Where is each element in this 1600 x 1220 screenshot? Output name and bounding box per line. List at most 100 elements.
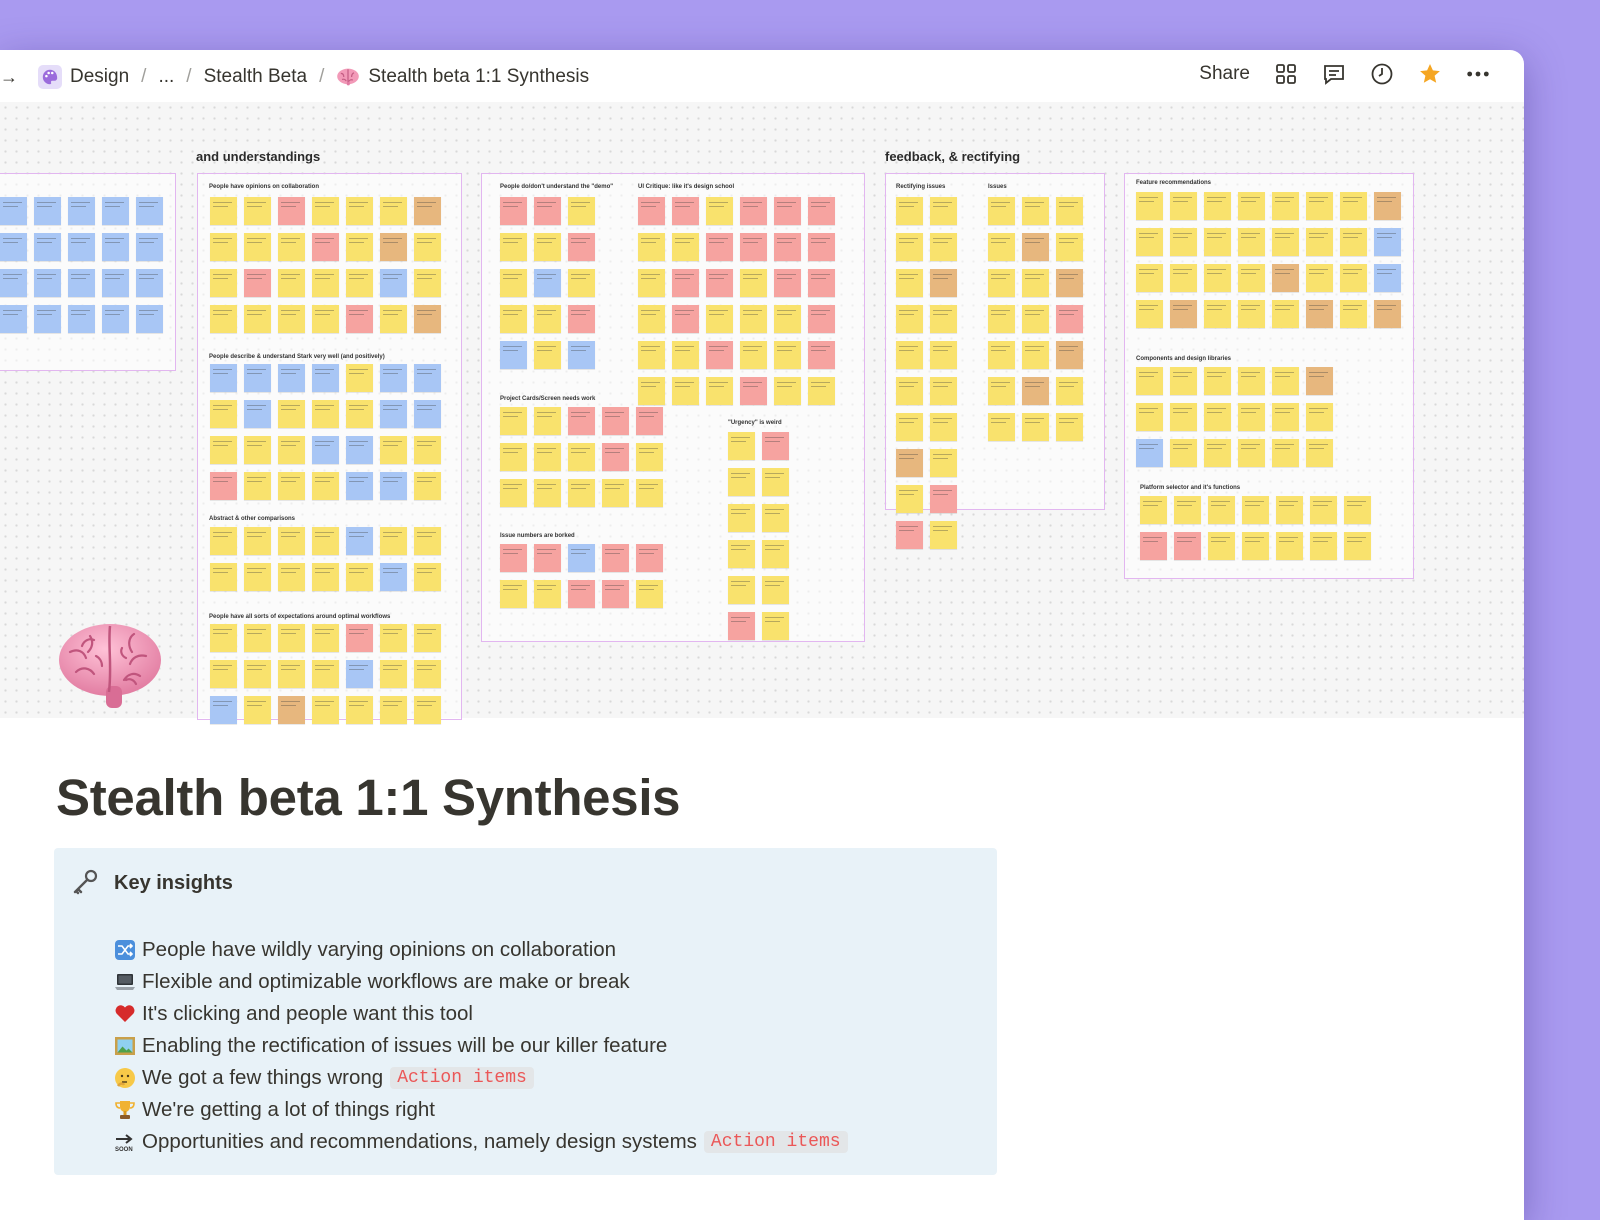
- sticky-note: [672, 305, 699, 333]
- sticky-note: [636, 580, 663, 608]
- sticky-note: [210, 364, 237, 392]
- group-label: People have opinions on collaboration: [209, 184, 320, 190]
- forward-arrow-icon[interactable]: →: [0, 67, 18, 88]
- sticky-note: [930, 485, 957, 513]
- sticky-note: [988, 341, 1015, 369]
- group-label: "Urgency" is weird: [728, 420, 782, 426]
- sticky-note: [414, 233, 441, 261]
- insight-text: Opportunities and recommendations, namel…: [142, 1130, 697, 1153]
- sticky-note: [896, 521, 923, 549]
- callout-title: Key insights: [114, 871, 233, 894]
- sticky-note: [1242, 532, 1269, 560]
- layout-grid-icon[interactable]: [1274, 62, 1298, 86]
- sticky-note: [1170, 300, 1197, 328]
- sticky-note: [988, 197, 1015, 225]
- sticky-note: [930, 413, 957, 441]
- share-button[interactable]: Share: [1199, 63, 1250, 85]
- sticky-note: [312, 436, 339, 464]
- sticky-note: [1306, 403, 1333, 431]
- sticky-note: [706, 269, 733, 297]
- sticky-note: [1056, 233, 1083, 261]
- sticky-note: [380, 472, 407, 500]
- sticky-note: [414, 197, 441, 225]
- sticky-note: [568, 407, 595, 435]
- sticky-note: [1056, 269, 1083, 297]
- breadcrumb-item-current-page[interactable]: Stealth beta 1:1 Synthesis: [330, 63, 595, 91]
- sticky-note: [740, 269, 767, 297]
- sticky-note: [380, 624, 407, 652]
- sticky-note: [102, 197, 129, 225]
- sticky-note: [1140, 532, 1167, 560]
- sticky-note: [1022, 377, 1049, 405]
- sticky-note: [102, 233, 129, 261]
- sticky-note: [568, 233, 595, 261]
- sticky-note: [1136, 228, 1163, 256]
- sticky-note: [210, 197, 237, 225]
- sticky-note: [1340, 264, 1367, 292]
- sticky-note: [500, 443, 527, 471]
- breadcrumb-item-ellipsis[interactable]: ...: [152, 63, 180, 91]
- sticky-note: [68, 305, 95, 333]
- sticky-note: [728, 576, 755, 604]
- sticky-note: [244, 233, 271, 261]
- sticky-note: [602, 407, 629, 435]
- list-item: It's clicking and people want this tool: [114, 998, 848, 1030]
- sticky-note: [602, 580, 629, 608]
- sticky-note: [740, 341, 767, 369]
- sticky-note: [534, 544, 561, 572]
- sticky-note: [414, 269, 441, 297]
- group-label: Components and design libraries: [1136, 356, 1232, 362]
- sticky-note: [102, 269, 129, 297]
- history-clock-icon[interactable]: [1370, 62, 1394, 86]
- laptop-icon: [114, 971, 136, 993]
- breadcrumb-label: ...: [158, 66, 175, 87]
- sticky-note: [1374, 264, 1401, 292]
- list-item: We're getting a lot of things right: [114, 1094, 848, 1126]
- sticky-note: [1136, 300, 1163, 328]
- sticky-note: [34, 233, 61, 261]
- comment-icon[interactable]: [1322, 62, 1346, 86]
- sticky-note: [380, 269, 407, 297]
- action-items-tag[interactable]: Action items: [390, 1067, 534, 1089]
- sticky-note: [1056, 377, 1083, 405]
- sticky-note: [346, 696, 373, 724]
- sticky-note: [500, 197, 527, 225]
- sticky-note: [278, 364, 305, 392]
- group-label: Abstract & other comparisons: [209, 516, 296, 522]
- sticky-note: [312, 233, 339, 261]
- sticky-note: [312, 472, 339, 500]
- sticky-note: [930, 521, 957, 549]
- sticky-note: [1276, 496, 1303, 524]
- breadcrumb-label: Stealth Beta: [203, 66, 308, 87]
- sticky-note: [896, 269, 923, 297]
- sticky-note: [534, 197, 561, 225]
- sticky-note: [534, 407, 561, 435]
- favorite-star-icon[interactable]: [1418, 62, 1442, 86]
- sticky-note: [0, 305, 27, 333]
- sticky-note: [136, 197, 163, 225]
- sticky-note: [1238, 228, 1265, 256]
- more-icon[interactable]: [1466, 62, 1490, 86]
- breadcrumb-item-stealth-beta[interactable]: Stealth Beta: [198, 63, 314, 91]
- sticky-note: [1238, 403, 1265, 431]
- sticky-note: [0, 269, 27, 297]
- sticky-note: [136, 305, 163, 333]
- group-label: People describe & understand Stark very …: [209, 354, 385, 360]
- sticky-note: [346, 660, 373, 688]
- sticky-note: [1306, 367, 1333, 395]
- sticky-note: [1056, 305, 1083, 333]
- sticky-note: [244, 400, 271, 428]
- sticky-note: [728, 504, 755, 532]
- sticky-note: [1056, 341, 1083, 369]
- breadcrumb-item-design[interactable]: Design: [32, 62, 135, 92]
- sticky-note: [896, 197, 923, 225]
- sticky-note: [1204, 300, 1231, 328]
- sticky-note: [706, 197, 733, 225]
- action-items-tag[interactable]: Action items: [703, 1131, 848, 1153]
- sticky-note: [210, 400, 237, 428]
- page-title[interactable]: Stealth beta 1:1 Synthesis: [56, 768, 681, 827]
- sticky-note: [762, 432, 789, 460]
- sticky-note: [740, 377, 767, 405]
- sticky-note: [244, 527, 271, 555]
- sticky-note: [1136, 264, 1163, 292]
